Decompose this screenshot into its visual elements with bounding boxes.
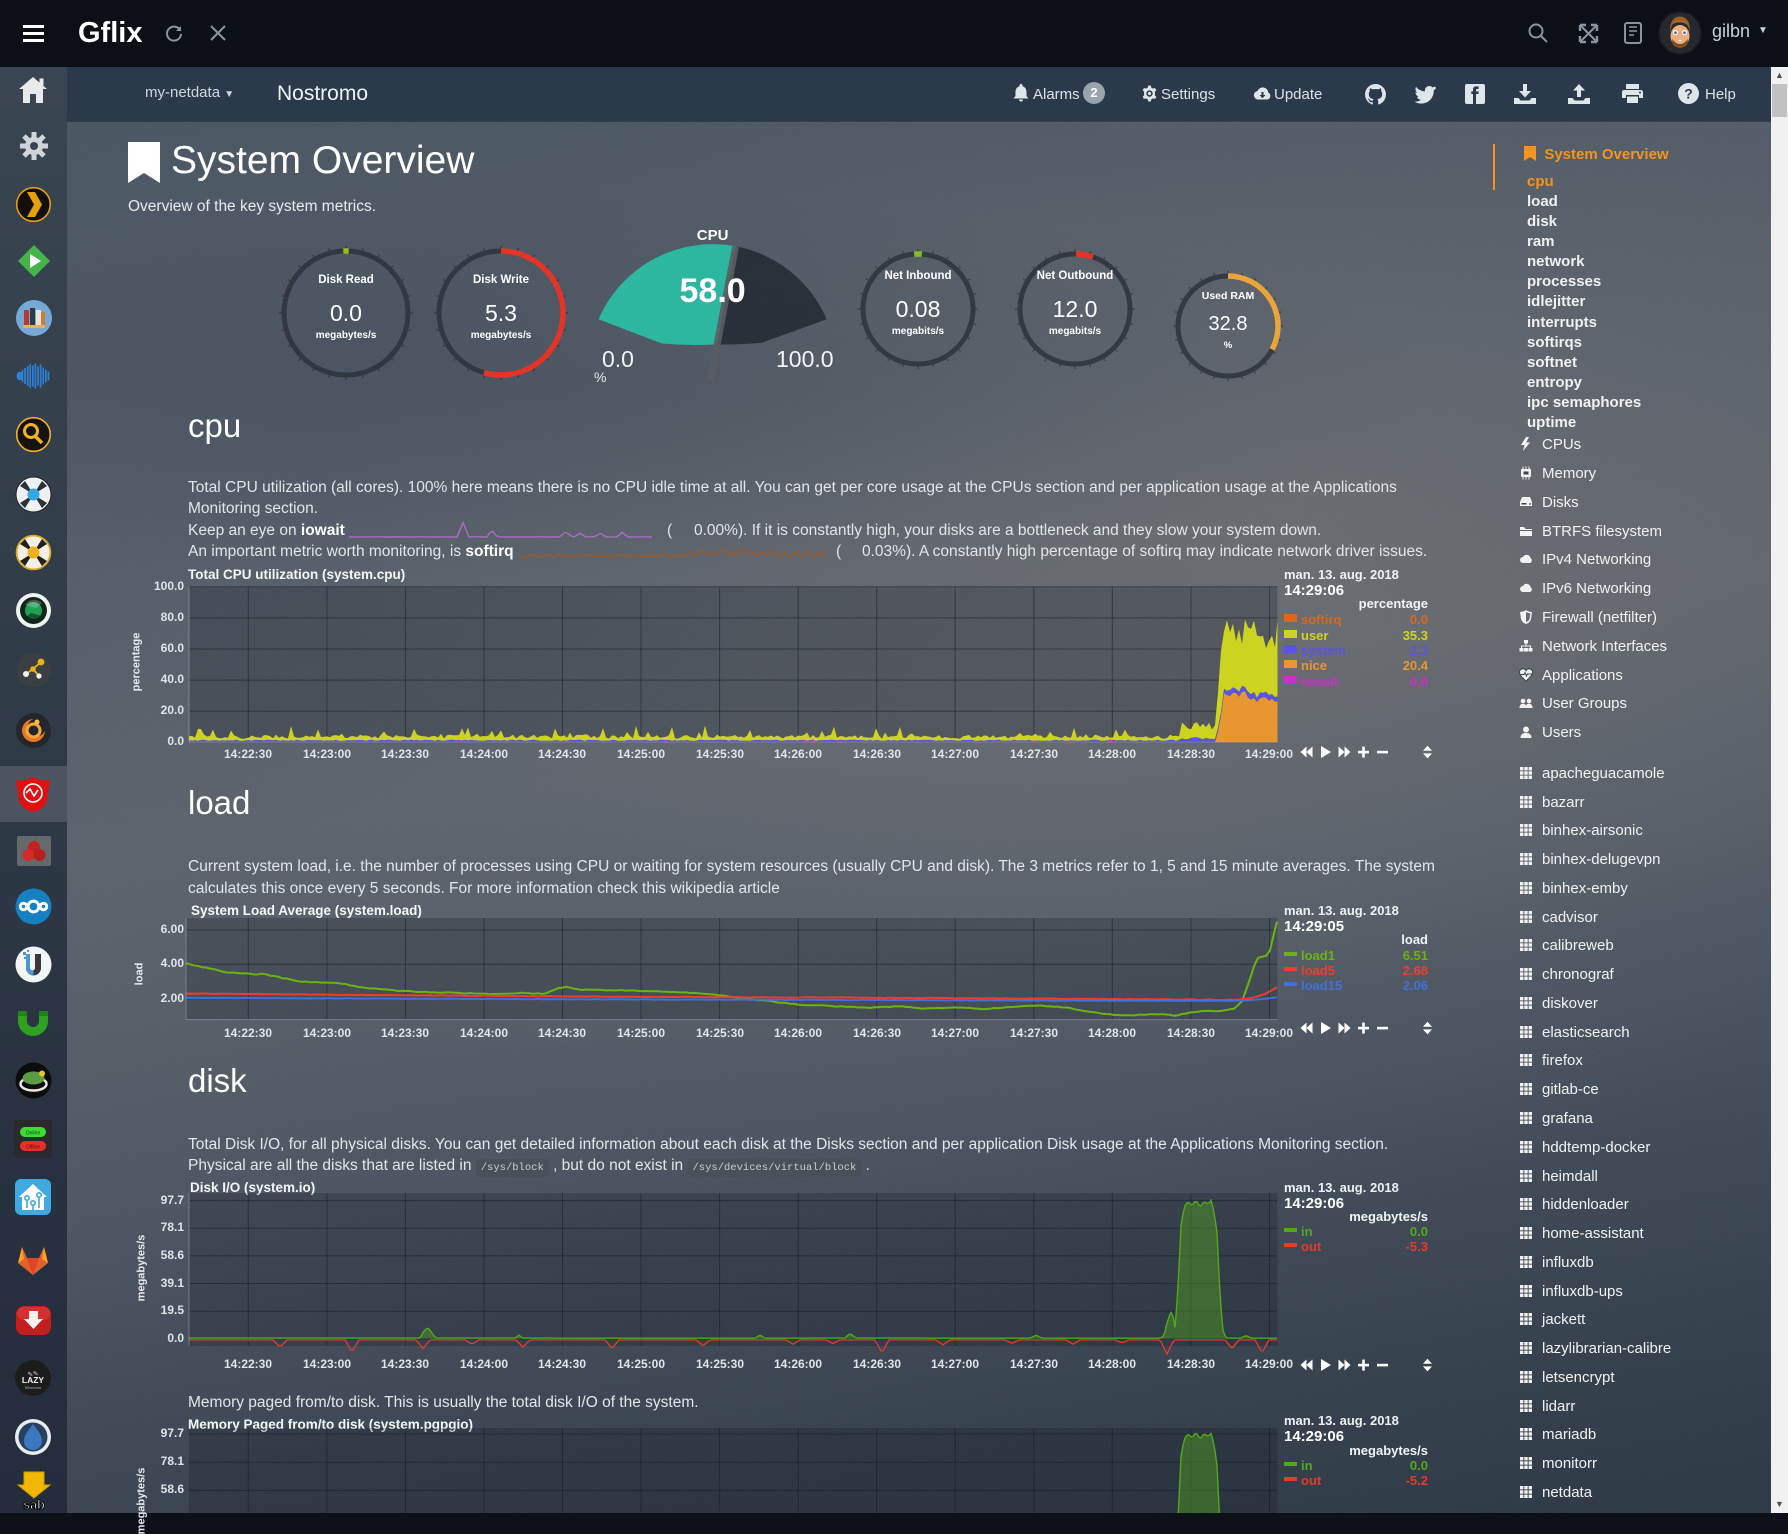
- svg-text:Online: Online: [26, 1131, 41, 1137]
- svg-text:LAZY: LAZY: [22, 1375, 45, 1385]
- svg-text:Offline: Offline: [26, 1145, 41, 1151]
- svg-text:sab: sab: [23, 1498, 45, 1511]
- svg-text:librarian: librarian: [25, 1385, 42, 1390]
- svg-text:?: ?: [1684, 86, 1693, 102]
